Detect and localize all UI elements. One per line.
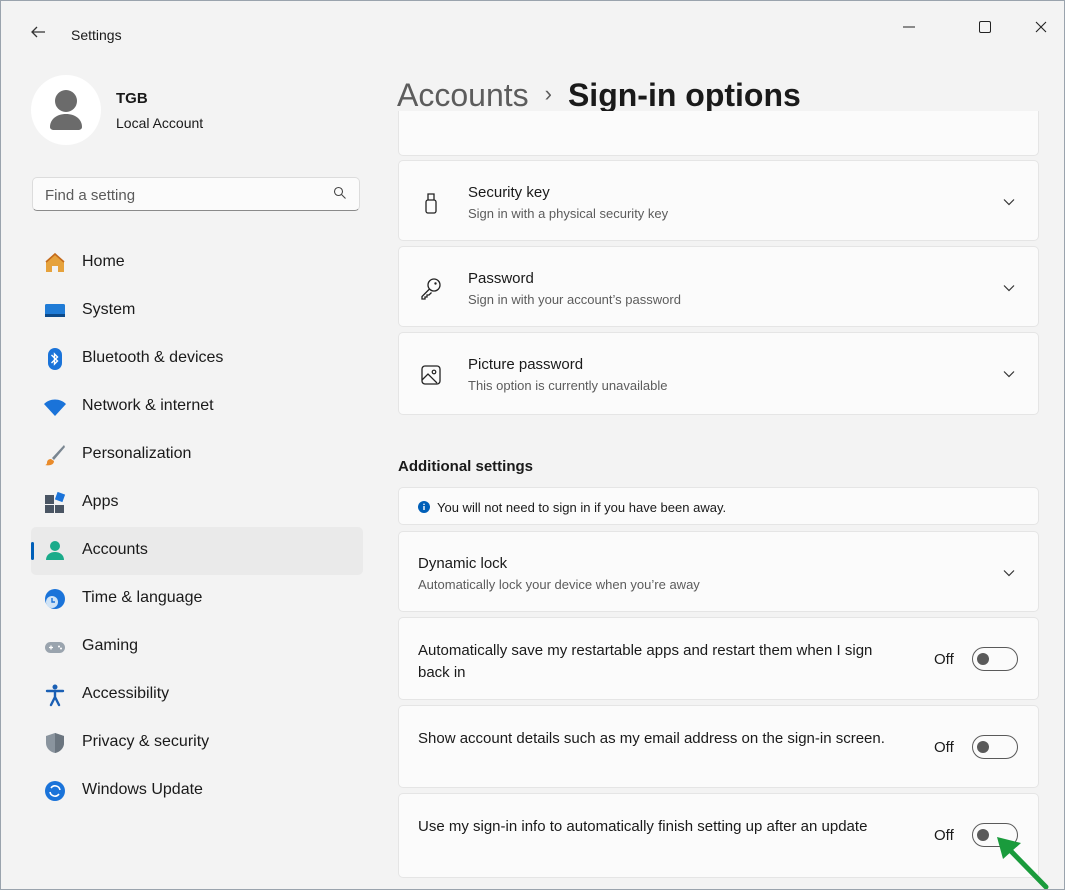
card-subtitle: Automatically lock your device when you’… — [418, 577, 700, 592]
system-icon — [45, 304, 65, 317]
minimize-button[interactable] — [889, 9, 929, 45]
sidebar-nav: Home System Bluetooth & devices Network … — [31, 239, 363, 815]
info-text: You will not need to sign in if you have… — [437, 500, 727, 515]
setting-label: Automatically save my restartable apps a… — [418, 642, 873, 681]
picture-password-card[interactable]: Picture password This option is currentl… — [398, 332, 1039, 415]
wifi-icon — [44, 399, 66, 416]
sidebar-item-label: Privacy & security — [82, 733, 210, 750]
user-avatar-icon — [50, 90, 82, 130]
back-button[interactable] — [29, 23, 51, 45]
key-icon — [421, 278, 441, 300]
sidebar-item-label: Time & language — [82, 589, 203, 606]
section-heading: Additional settings — [398, 458, 533, 475]
toggle-state-label: Off — [934, 739, 954, 756]
chevron-down-icon[interactable] — [1002, 195, 1016, 209]
search-box[interactable] — [32, 177, 360, 211]
globe-clock-icon — [45, 589, 65, 609]
settings-window: Settings TGB Local Account H — [0, 0, 1065, 890]
sidebar-item-system[interactable]: System — [31, 287, 363, 335]
card-title: Security key — [468, 184, 550, 201]
gamepad-icon — [45, 642, 65, 653]
dynamic-lock-card[interactable]: Dynamic lock Automatically lock your dev… — [398, 531, 1039, 612]
card-title: Dynamic lock — [418, 555, 508, 572]
accounts-icon — [46, 541, 64, 560]
search-input[interactable] — [43, 184, 317, 206]
sidebar-item-time-language[interactable]: Time & language — [31, 575, 363, 623]
back-arrow-icon — [31, 26, 45, 38]
accessibility-icon — [45, 684, 65, 707]
sidebar-item-apps[interactable]: Apps — [31, 479, 363, 527]
toggle-state-label: Off — [934, 827, 954, 844]
breadcrumb-parent[interactable]: Accounts — [397, 77, 529, 113]
account-details-toggle[interactable] — [972, 735, 1018, 759]
sidebar-item-label: Apps — [82, 493, 119, 510]
sidebar-item-label: Network & internet — [82, 397, 214, 414]
breadcrumb: Accounts › Sign-in options — [397, 77, 801, 114]
chevron-down-icon[interactable] — [1002, 367, 1016, 381]
chevron-down-icon[interactable] — [1002, 281, 1016, 295]
title-bar: Settings — [1, 1, 1064, 71]
toggle-knob — [977, 829, 989, 841]
active-indicator — [31, 542, 34, 560]
toggle-knob — [977, 741, 989, 753]
sidebar-item-label: Home — [82, 253, 125, 270]
card-subtitle: Sign in with your account’s password — [468, 292, 681, 307]
setting-label: Use my sign-in info to automatically fin… — [418, 818, 868, 835]
maximize-button[interactable] — [965, 9, 1005, 45]
sidebar-item-windows-update[interactable]: Windows Update — [31, 767, 363, 815]
shield-icon — [46, 733, 64, 753]
sidebar-item-label: Windows Update — [82, 781, 203, 798]
account-type: Local Account — [116, 115, 204, 131]
sidebar-item-label: System — [82, 301, 136, 318]
sidebar-item-label: Accessibility — [82, 685, 170, 702]
password-card[interactable]: Password Sign in with your account’s pas… — [398, 246, 1039, 327]
sidebar-item-bluetooth[interactable]: Bluetooth & devices — [31, 335, 363, 383]
user-name: TGB — [116, 90, 148, 107]
sidebar-item-label: Gaming — [82, 637, 139, 654]
avatar[interactable] — [31, 75, 101, 145]
maximize-icon — [979, 21, 991, 33]
usb-key-icon — [425, 193, 437, 214]
card-title: Password — [468, 270, 534, 287]
sidebar-item-network[interactable]: Network & internet — [31, 383, 363, 431]
sidebar-item-gaming[interactable]: Gaming — [31, 623, 363, 671]
breadcrumb-separator: › — [544, 81, 552, 106]
toggle-knob — [977, 653, 989, 665]
signin-info-setting: Use my sign-in info to automatically fin… — [398, 793, 1039, 878]
close-button[interactable] — [1021, 9, 1061, 45]
sidebar-item-home[interactable]: Home — [31, 239, 363, 287]
update-icon — [45, 781, 65, 801]
apps-icon — [45, 491, 66, 513]
close-icon — [1035, 21, 1047, 33]
home-icon — [45, 252, 65, 272]
restart-apps-toggle[interactable] — [972, 647, 1018, 671]
sidebar-item-personalization[interactable]: Personalization — [31, 431, 363, 479]
search-icon[interactable] — [333, 186, 347, 200]
app-title: Settings — [71, 27, 122, 43]
chevron-down-icon[interactable] — [1002, 566, 1016, 580]
info-bar: You will not need to sign in if you have… — [398, 487, 1039, 525]
brush-icon — [45, 445, 65, 466]
setting-label: Show account details such as my email ad… — [418, 730, 885, 747]
card-title: Picture password — [468, 356, 584, 373]
sidebar-item-accessibility[interactable]: Accessibility — [31, 671, 363, 719]
restart-apps-setting: Automatically save my restartable apps a… — [398, 617, 1039, 700]
info-icon — [418, 501, 430, 513]
picture-icon — [421, 365, 441, 385]
sidebar-item-label: Accounts — [82, 541, 148, 558]
scrolled-card-remnant — [398, 111, 1039, 156]
sidebar-item-label: Bluetooth & devices — [82, 349, 224, 366]
minimize-icon — [903, 26, 915, 28]
account-details-setting: Show account details such as my email ad… — [398, 705, 1039, 788]
card-subtitle: Sign in with a physical security key — [468, 206, 669, 221]
sidebar-item-label: Personalization — [82, 445, 192, 462]
bluetooth-icon — [48, 348, 62, 370]
page-title: Sign-in options — [567, 77, 801, 113]
sidebar-item-accounts[interactable]: Accounts — [31, 527, 363, 575]
annotation-arrow-icon — [997, 837, 1049, 889]
card-subtitle: This option is currently unavailable — [468, 378, 668, 393]
toggle-state-label: Off — [934, 651, 954, 668]
security-key-card[interactable]: Security key Sign in with a physical sec… — [398, 160, 1039, 241]
sidebar-item-privacy-security[interactable]: Privacy & security — [31, 719, 363, 767]
